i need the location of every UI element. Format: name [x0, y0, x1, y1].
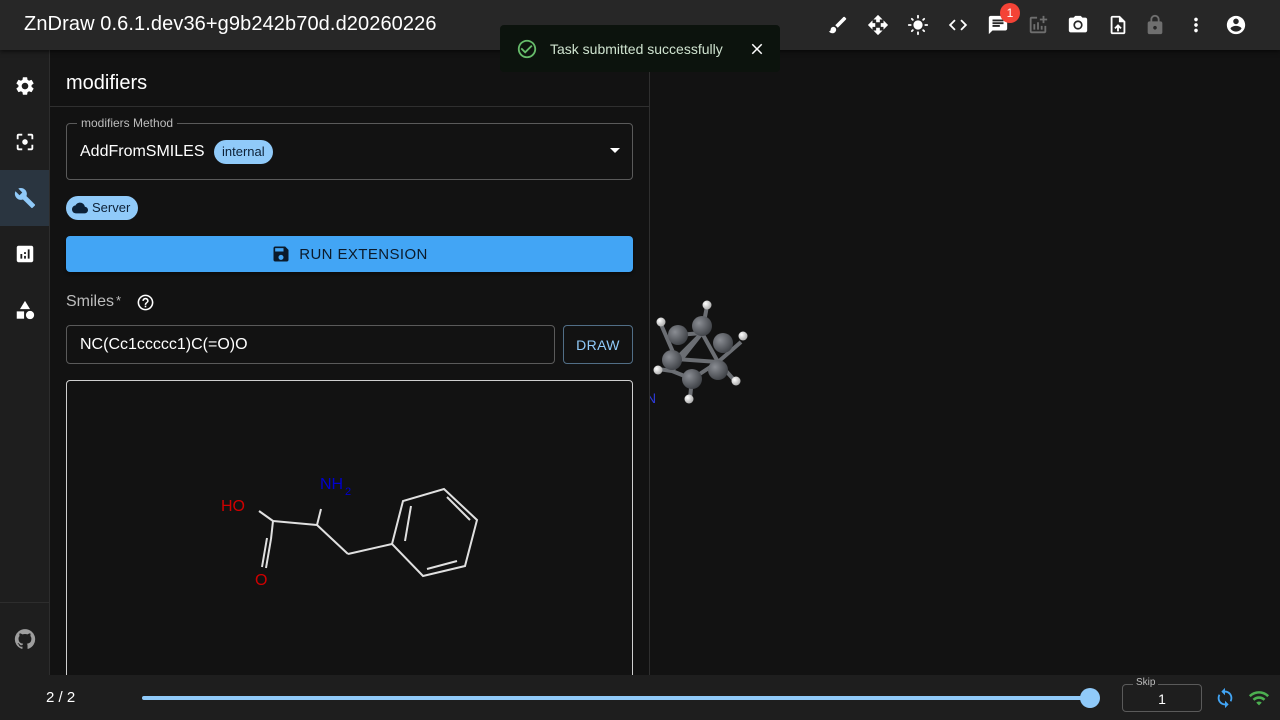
analysis-icon — [16, 245, 33, 263]
draw-button[interactable]: DRAW — [563, 325, 633, 364]
required-marker: * — [116, 293, 122, 308]
method-select-value: AddFromSMILES — [80, 143, 205, 160]
chat-icon[interactable]: 1 — [982, 3, 1020, 41]
settings-icon — [15, 77, 34, 95]
sidebar-item-github[interactable] — [0, 611, 49, 667]
carbon-atoms — [662, 316, 733, 389]
method-select-label: modifiers Method — [77, 116, 178, 130]
help-icon[interactable] — [136, 293, 155, 312]
timeline-bar: 2 / 2 Skip 1 — [0, 675, 1280, 720]
upload-icon[interactable] — [1102, 9, 1134, 41]
frame-counter: 2 / 2 — [46, 689, 76, 706]
more-vert-icon[interactable] — [1180, 9, 1212, 41]
nitrogen-fragment: N — [650, 390, 656, 406]
account-icon[interactable] — [1220, 9, 1252, 41]
run-extension-label: RUN EXTENSION — [299, 245, 428, 263]
sidebar-item-selection[interactable] — [0, 114, 49, 170]
bond-carbonyl-link — [270, 520, 274, 540]
smiles-label: Smiles * — [66, 293, 121, 311]
github-icon — [14, 629, 35, 649]
success-toast: Task submitted successfully — [500, 25, 780, 72]
wrench-icon — [14, 188, 35, 209]
toast-message: Task submitted successfully — [550, 41, 723, 57]
check-circle-icon — [517, 39, 537, 59]
sidebar-item-modifiers[interactable] — [0, 170, 49, 226]
internal-chip: internal — [214, 140, 273, 164]
hydroxyl-label: HO — [221, 498, 245, 515]
molecule-structure: HO O NH 2 — [221, 476, 479, 589]
brush-icon[interactable] — [822, 9, 854, 41]
sync-icon[interactable] — [1214, 687, 1236, 709]
bonds — [258, 487, 479, 578]
wifi-icon — [1248, 691, 1270, 706]
panel-divider — [50, 106, 649, 107]
molecule-preview: HO O NH 2 — [66, 380, 633, 675]
server-chip: Server — [66, 196, 139, 220]
skip-label: Skip — [1133, 677, 1159, 688]
app-title: ZnDraw 0.6.1.dev36+g9b242b70d.d20260226 — [24, 13, 437, 35]
carbonyl-label: O — [255, 572, 267, 589]
server-chip-label: Server — [92, 200, 131, 215]
sidebar — [0, 50, 50, 675]
sidebar-item-settings[interactable] — [0, 58, 49, 114]
amine-subscript: 2 — [345, 486, 351, 498]
cloud-icon — [72, 202, 88, 214]
molecule-3d-render: N — [650, 300, 748, 406]
skip-field[interactable]: Skip 1 — [1122, 677, 1202, 712]
close-icon[interactable] — [748, 40, 766, 58]
code-icon[interactable] — [942, 9, 974, 41]
save-icon — [273, 246, 289, 262]
sidebar-item-analysis[interactable] — [0, 226, 49, 282]
method-select[interactable]: modifiers Method AddFromSMILES internal — [66, 116, 633, 180]
3d-viewport[interactable]: N — [650, 50, 1280, 675]
sidebar-item-geometry[interactable] — [0, 282, 49, 338]
smiles-input[interactable] — [66, 325, 555, 364]
dropdown-arrow-icon — [610, 148, 620, 153]
modifiers-panel: modifiers modifiers Method AddFromSMILES… — [50, 50, 650, 675]
sidebar-divider — [0, 602, 49, 603]
frame-slider-track[interactable] — [142, 696, 1090, 700]
geometry-icon — [16, 300, 34, 320]
frame-slider-thumb[interactable] — [1080, 688, 1100, 708]
panel-title: modifiers — [66, 72, 148, 94]
camera-icon[interactable] — [1062, 9, 1094, 41]
amine-label: NH — [320, 476, 343, 493]
lock-icon — [1139, 9, 1171, 41]
run-extension-button[interactable]: RUN EXTENSION — [66, 236, 633, 272]
selection-icon — [16, 133, 33, 151]
add-chart-icon — [1022, 9, 1054, 41]
chat-badge: 1 — [1000, 3, 1020, 23]
move-icon[interactable] — [862, 9, 894, 41]
brightness-icon[interactable] — [902, 9, 934, 41]
smiles-label-text: Smiles — [66, 293, 115, 310]
skip-value: 1 — [1158, 691, 1166, 707]
